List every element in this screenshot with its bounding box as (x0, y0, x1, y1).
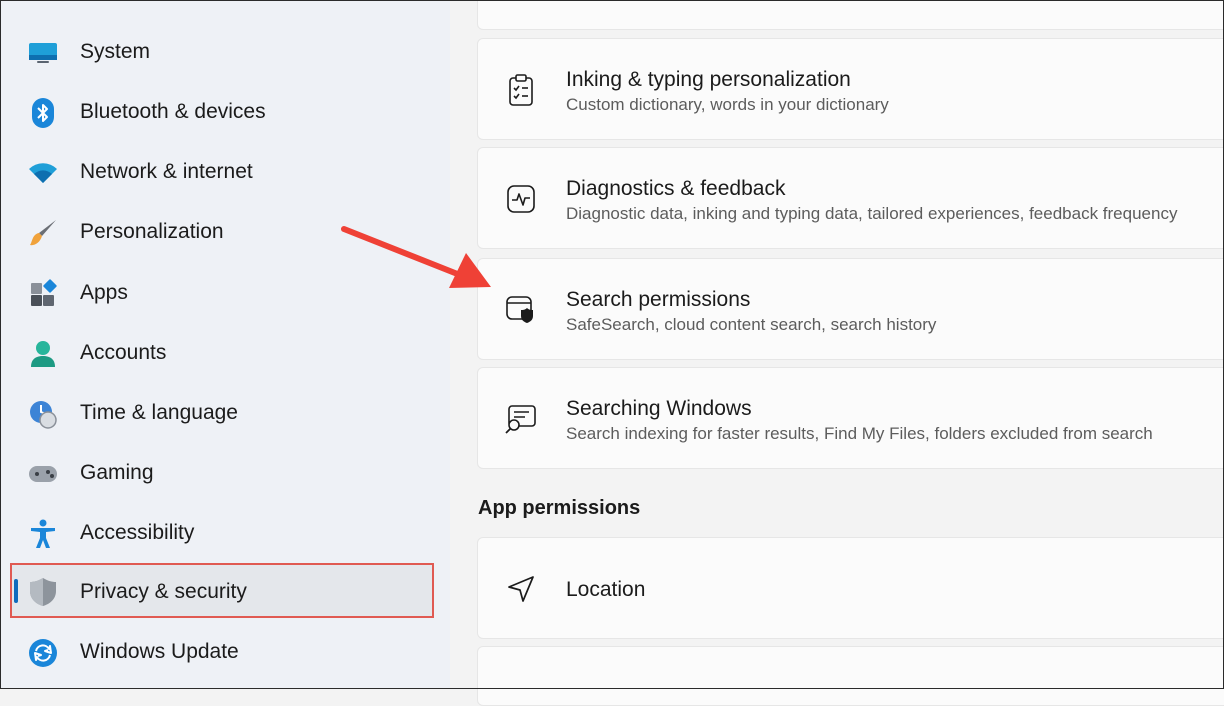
card-title: Search permissions (566, 288, 751, 311)
sidebar-item-label: Network & internet (80, 160, 253, 183)
shield-icon (28, 577, 58, 607)
search-shield-icon (504, 293, 538, 327)
card-subtitle: SafeSearch, cloud content search, search… (566, 315, 937, 334)
sidebar-item-time-language[interactable]: Time & language (12, 387, 432, 439)
sidebar-item-network[interactable]: Network & internet (12, 146, 432, 198)
pulse-icon (504, 182, 538, 216)
card-title: Diagnostics & feedback (566, 177, 786, 200)
card-inking-typing[interactable]: Inking & typing personalization Custom d… (477, 38, 1224, 140)
sidebar-item-windows-update[interactable]: Windows Update (12, 626, 432, 678)
bluetooth-icon (28, 98, 58, 128)
search-windows-icon (504, 402, 538, 436)
gamepad-icon (28, 459, 58, 489)
sidebar-item-gaming[interactable]: Gaming (12, 447, 432, 499)
sidebar-item-label: Personalization (80, 220, 224, 243)
sidebar-item-label: Privacy & security (80, 580, 247, 603)
card-subtitle: Diagnostic data, inking and typing data,… (566, 204, 1178, 223)
apps-icon (28, 279, 58, 309)
section-heading-app-permissions: App permissions (478, 497, 641, 519)
sidebar-item-personalization[interactable]: Personalization (12, 206, 432, 258)
wifi-icon (28, 158, 58, 188)
card-searching-windows[interactable]: Searching Windows Search indexing for fa… (477, 367, 1224, 469)
selection-indicator (14, 579, 18, 603)
brush-icon (28, 218, 58, 248)
sidebar-item-label: Accessibility (80, 521, 195, 544)
sync-icon (28, 638, 58, 668)
card-title: Inking & typing personalization (566, 68, 851, 91)
sidebar-item-label: Apps (80, 281, 128, 304)
sidebar-item-accessibility[interactable]: Accessibility (12, 507, 432, 559)
sidebar-item-label: System (80, 40, 151, 63)
main-content: Inking & typing personalization Custom d… (450, 0, 1224, 706)
card-search-permissions[interactable]: Search permissions SafeSearch, cloud con… (477, 258, 1224, 360)
card-location[interactable]: Location (477, 537, 1224, 639)
sidebar-item-bluetooth[interactable]: Bluetooth & devices (12, 86, 432, 138)
card-title: Searching Windows (566, 397, 752, 420)
sidebar-item-system[interactable]: System (12, 26, 432, 78)
person-icon (28, 339, 58, 369)
sidebar-item-privacy-security[interactable]: Privacy & security (10, 563, 434, 618)
sidebar-item-label: Windows Update (80, 640, 239, 663)
clock-globe-icon (28, 399, 58, 429)
clipboard-check-icon (504, 73, 538, 107)
card-title: Location (566, 578, 646, 601)
settings-card-partial[interactable] (477, 646, 1224, 706)
sidebar-item-label: Gaming (80, 461, 154, 484)
sidebar-item-label: Time & language (80, 401, 238, 424)
sidebar: System Bluetooth & devices Network & int… (0, 0, 450, 689)
sidebar-item-label: Bluetooth & devices (80, 100, 266, 123)
card-diagnostics-feedback[interactable]: Diagnostics & feedback Diagnostic data, … (477, 147, 1224, 249)
card-subtitle: Custom dictionary, words in your diction… (566, 95, 889, 114)
location-arrow-icon (504, 572, 538, 606)
sidebar-item-apps[interactable]: Apps (12, 267, 432, 319)
sidebar-item-label: Accounts (80, 341, 167, 364)
settings-card-partial[interactable] (477, 0, 1224, 30)
sidebar-item-accounts[interactable]: Accounts (12, 327, 432, 379)
accessibility-icon (28, 519, 58, 549)
card-subtitle: Search indexing for faster results, Find… (566, 424, 1153, 443)
monitor-icon (28, 38, 58, 68)
